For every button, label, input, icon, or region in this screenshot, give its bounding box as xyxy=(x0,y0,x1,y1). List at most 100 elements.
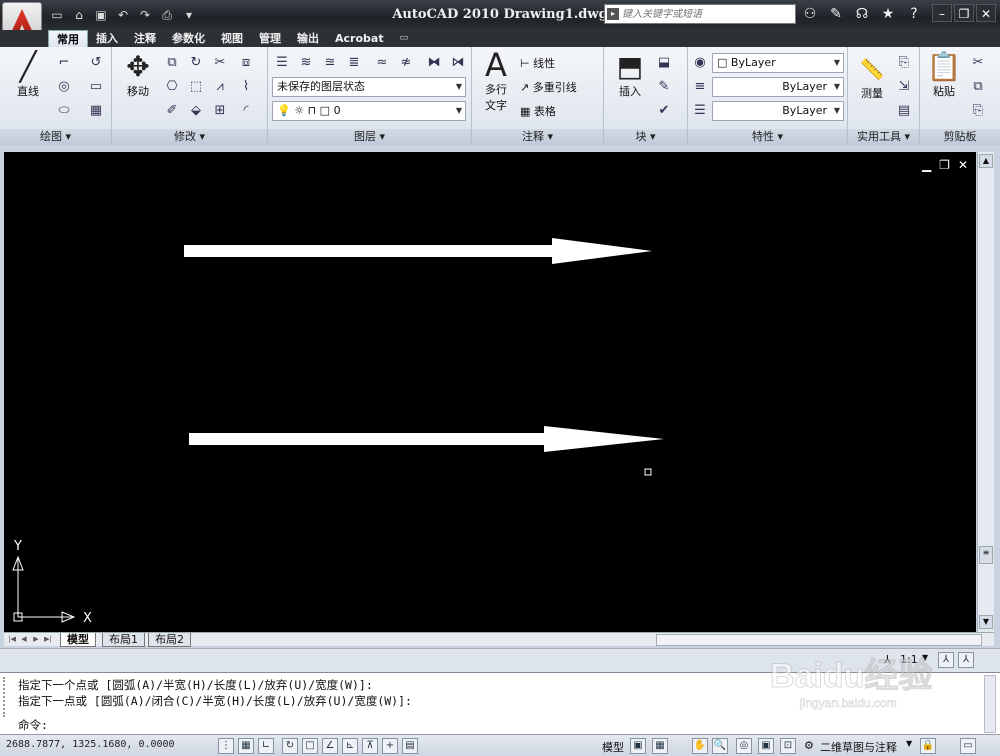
favorites-icon[interactable]: ★ xyxy=(878,5,898,23)
layer-walk-icon[interactable]: ⧒ xyxy=(448,53,468,73)
table-button[interactable]: ▦ 表格 xyxy=(520,103,556,119)
stretch-icon[interactable]: ⬚ xyxy=(186,77,206,97)
ortho-mode-icon[interactable]: ∟ xyxy=(258,738,274,754)
copy-icon[interactable]: ⧉ xyxy=(162,53,182,73)
clean-screen-icon[interactable]: ▭ xyxy=(960,738,976,754)
linetype-dropdown[interactable]: ByLayer ▼ xyxy=(712,77,844,97)
tab-manage[interactable]: 管理 xyxy=(251,30,289,47)
quick-view-drawings-icon[interactable]: ▦ xyxy=(652,738,668,754)
insert-button[interactable]: ⬒ 插入 xyxy=(608,51,652,99)
close-icon[interactable]: ✕ xyxy=(976,4,996,22)
rotate-arc-icon[interactable]: ↺ xyxy=(86,53,106,73)
undo-icon[interactable]: ↶ xyxy=(114,7,132,23)
restore-icon[interactable]: ❐ xyxy=(939,158,950,172)
layout-tab-layout1[interactable]: 布局1 xyxy=(102,633,145,647)
layout-tab-model[interactable]: 模型 xyxy=(60,633,96,647)
chevron-down-icon[interactable]: ▼ xyxy=(906,739,912,748)
layer-state-dropdown[interactable]: 未保存的图层状态 ▼ xyxy=(272,77,466,97)
layer-isolate-icon[interactable]: ≣ xyxy=(344,53,364,73)
plot-icon[interactable]: ⎙ xyxy=(158,7,176,23)
layer-off-icon[interactable]: ≉ xyxy=(396,53,416,73)
search-box[interactable]: ▸ xyxy=(604,4,796,24)
multileader-button[interactable]: ↗ 多重引线 xyxy=(520,79,577,95)
scroll-up-icon[interactable]: ▲ xyxy=(979,154,993,168)
close-icon[interactable]: ✕ xyxy=(958,158,968,172)
search-expand-icon[interactable]: ▸ xyxy=(607,8,619,20)
tab-insert[interactable]: 插入 xyxy=(88,30,126,47)
lineweight-dropdown[interactable]: ByLayer ▼ xyxy=(712,101,844,121)
vertical-scrollbar[interactable]: ▲ ≡ ▼ xyxy=(977,152,994,632)
panel-modify-title[interactable]: 修改 ▾ xyxy=(112,129,267,145)
pan-icon[interactable]: ✋ xyxy=(692,738,708,754)
cursor-coordinates[interactable]: 2688.7877, 1325.1680, 0.0000 xyxy=(6,739,175,750)
move-button[interactable]: ✥ 移动 xyxy=(116,51,160,99)
trim-icon[interactable]: ✂ xyxy=(210,53,230,73)
workspace-switch[interactable]: 二维草图与注释 xyxy=(820,739,897,755)
layer-previous-icon[interactable]: ≊ xyxy=(320,53,340,73)
command-scrollbar[interactable] xyxy=(984,675,996,733)
offset-icon[interactable]: ⎔ xyxy=(162,77,182,97)
ellipse-icon[interactable]: ⬭ xyxy=(54,101,74,121)
help-icon[interactable]: ? xyxy=(904,5,924,23)
lineweight-toggle-icon[interactable]: + xyxy=(382,738,398,754)
save-icon[interactable]: ▣ xyxy=(92,7,110,23)
quick-properties-icon[interactable]: ▤ xyxy=(402,738,418,754)
tab-acrobat[interactable]: Acrobat xyxy=(327,30,392,47)
annotation-scale[interactable]: 1:1 xyxy=(900,653,918,666)
polyline-icon[interactable]: ⌐ xyxy=(54,53,74,73)
quick-view-layouts-icon[interactable]: ▣ xyxy=(630,738,646,754)
circle-icon[interactable]: ◎ xyxy=(54,77,74,97)
communication-icon[interactable]: ☊ xyxy=(852,5,872,23)
scroll-down-icon[interactable]: ▼ xyxy=(979,615,993,629)
model-space-label[interactable]: 模型 xyxy=(602,739,624,755)
panel-block-title[interactable]: 块 ▾ xyxy=(604,129,687,145)
cut-icon[interactable]: ✂ xyxy=(968,53,988,73)
paste-button[interactable]: 📋 粘贴 xyxy=(924,51,964,99)
measure-button[interactable]: 📏 测量 xyxy=(852,53,892,101)
rotate-icon[interactable]: ↻ xyxy=(186,53,206,73)
tab-home[interactable]: 常用 xyxy=(48,30,88,47)
color-dropdown[interactable]: □ ByLayer ▼ xyxy=(712,53,844,73)
arrow-2[interactable] xyxy=(189,426,664,452)
search-input[interactable] xyxy=(622,6,792,22)
mirror-icon[interactable]: ⩘ xyxy=(210,77,230,97)
chevron-down-icon[interactable]: ▼ xyxy=(922,653,928,662)
workspace-gear-icon[interactable]: ⚙ xyxy=(804,739,814,752)
next-layout-icon[interactable]: ▶ xyxy=(30,634,42,645)
hatch-icon[interactable]: ▦ xyxy=(86,101,106,121)
linear-dimension-button[interactable]: ⊢ 线性 xyxy=(520,55,555,71)
prev-layout-icon[interactable]: ◀ xyxy=(18,634,30,645)
object-snap-tracking-icon[interactable]: ∠ xyxy=(322,738,338,754)
redo-icon[interactable]: ↷ xyxy=(136,7,154,23)
line-button[interactable]: ╱ 直线 xyxy=(6,51,50,99)
subscription-icon[interactable]: ✎ xyxy=(826,5,846,23)
fillet-icon[interactable]: ◜ xyxy=(236,101,256,121)
panel-utilities-title[interactable]: 实用工具 ▾ xyxy=(848,129,919,145)
horizontal-scrollbar[interactable] xyxy=(656,634,982,646)
layer-properties-icon[interactable]: ☰ xyxy=(272,53,292,73)
zoom-icon[interactable]: 🔍 xyxy=(712,738,728,754)
last-layout-icon[interactable]: ▶| xyxy=(42,634,54,645)
panel-properties-title[interactable]: 特性 ▾ xyxy=(688,129,847,145)
open-file-icon[interactable]: ⌂ xyxy=(70,7,88,23)
tab-output[interactable]: 输出 xyxy=(289,30,327,47)
layer-match-icon[interactable]: ≋ xyxy=(296,53,316,73)
dynamic-input-icon[interactable]: ⊼ xyxy=(362,738,378,754)
match-properties-icon[interactable]: ◉ xyxy=(690,53,710,73)
toolbar-lock-icon[interactable]: 🔒 xyxy=(920,738,936,754)
panel-annotation-title[interactable]: 注释 ▾ xyxy=(472,129,603,145)
layout-tab-layout2[interactable]: 布局2 xyxy=(148,633,191,647)
snap-mode-icon[interactable]: ⋮ xyxy=(218,738,234,754)
tab-view[interactable]: 视图 xyxy=(213,30,251,47)
object-snap-icon[interactable]: □ xyxy=(302,738,318,754)
annotation-visibility-icon[interactable]: ⅄ xyxy=(938,652,954,668)
panel-clipboard-title[interactable]: 剪贴板 xyxy=(920,129,1000,145)
copy-clip-icon[interactable]: ⧉ xyxy=(968,77,988,97)
restore-icon[interactable]: ❐ xyxy=(954,4,974,22)
panel-layers-title[interactable]: 图层 ▾ xyxy=(268,129,471,145)
command-input[interactable] xyxy=(62,718,962,732)
panel-draw-title[interactable]: 绘图 ▾ xyxy=(0,129,111,145)
quick-select-icon[interactable]: ⎘ xyxy=(894,53,914,73)
minimize-icon[interactable]: ▁ xyxy=(922,158,931,172)
layer-lock-icon[interactable]: ⧓ xyxy=(424,53,444,73)
